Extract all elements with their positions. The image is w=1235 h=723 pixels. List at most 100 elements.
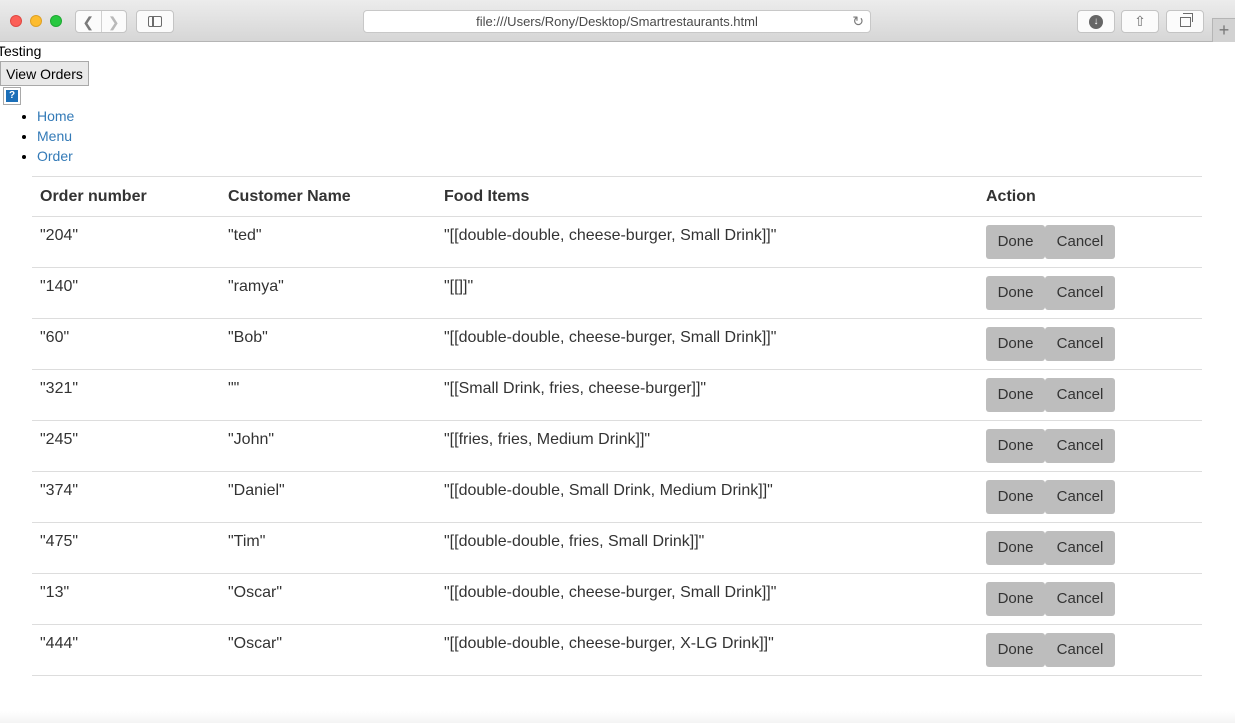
browser-toolbar: ❮ ❯ file:///Users/Rony/Desktop/Smartrest…: [0, 0, 1235, 42]
food-items-cell: "[[double-double, cheese-burger, Small D…: [436, 573, 978, 625]
cancel-button[interactable]: Cancel: [1045, 480, 1115, 514]
tabs-overview-button[interactable]: [1166, 10, 1204, 33]
reload-icon[interactable]: ↻: [852, 14, 864, 29]
order-number-cell: "140": [32, 267, 220, 319]
customer-name-cell: "Bob": [220, 318, 436, 370]
sidebar-button[interactable]: [136, 10, 174, 33]
customer-name-cell: "ramya": [220, 267, 436, 319]
plus-icon: +: [1218, 20, 1230, 40]
action-cell: Done Cancel: [978, 624, 1202, 676]
action-cell: Done Cancel: [978, 216, 1202, 268]
order-number-cell: "374": [32, 471, 220, 523]
order-number-cell: "245": [32, 420, 220, 472]
food-items-cell: "[[double-double, cheese-burger, X-LG Dr…: [436, 624, 978, 676]
nav-link-order[interactable]: Order: [37, 148, 73, 164]
cancel-button[interactable]: Cancel: [1045, 327, 1115, 361]
customer-name-cell: "Tim": [220, 522, 436, 574]
help-image[interactable]: ?: [3, 87, 21, 105]
table-row: "60" "Bob" "[[double-double, cheese-burg…: [32, 318, 1202, 370]
sidebar-icon: [148, 16, 162, 27]
table-header-row: Order number Customer Name Food Items Ac…: [32, 176, 1202, 217]
download-icon: ↓: [1089, 14, 1103, 29]
action-cell: Done Cancel: [978, 369, 1202, 421]
done-button[interactable]: Done: [986, 378, 1045, 412]
order-number-cell: "321": [32, 369, 220, 421]
cancel-button[interactable]: Cancel: [1045, 582, 1115, 616]
order-number-cell: "444": [32, 624, 220, 676]
action-cell: Done Cancel: [978, 267, 1202, 319]
share-button[interactable]: ⇧: [1121, 10, 1159, 33]
nav-item-order: Order: [37, 146, 74, 166]
downloads-button[interactable]: ↓: [1077, 10, 1115, 33]
orders-table-body: "204" "ted" "[[double-double, cheese-bur…: [32, 216, 1202, 676]
order-number-cell: "13": [32, 573, 220, 625]
nav-menu: Home Menu Order: [0, 106, 74, 166]
done-button[interactable]: Done: [986, 225, 1045, 259]
header-customer-name: Customer Name: [220, 176, 436, 217]
nav-item-menu: Menu: [37, 126, 74, 146]
table-row: "245" "John" "[[fries, fries, Medium Dri…: [32, 420, 1202, 472]
customer-name-cell: "John": [220, 420, 436, 472]
done-button[interactable]: Done: [986, 582, 1045, 616]
action-cell: Done Cancel: [978, 573, 1202, 625]
page-bottom-edge: [0, 711, 1235, 723]
help-icon: ?: [6, 90, 18, 102]
done-button[interactable]: Done: [986, 276, 1045, 310]
food-items-cell: "[[fries, fries, Medium Drink]]": [436, 420, 978, 472]
table-row: "374" "Daniel" "[[double-double, Small D…: [32, 471, 1202, 523]
customer-name-cell: "ted": [220, 216, 436, 268]
cancel-button[interactable]: Cancel: [1045, 633, 1115, 667]
done-button[interactable]: Done: [986, 327, 1045, 361]
order-number-cell: "204": [32, 216, 220, 268]
cancel-button[interactable]: Cancel: [1045, 225, 1115, 259]
header-food-items: Food Items: [436, 176, 978, 217]
table-row: "475" "Tim" "[[double-double, fries, Sma…: [32, 522, 1202, 574]
address-bar[interactable]: file:///Users/Rony/Desktop/Smartrestaura…: [363, 10, 871, 33]
url-text: file:///Users/Rony/Desktop/Smartrestaura…: [476, 14, 758, 29]
customer-name-cell: "Daniel": [220, 471, 436, 523]
food-items-cell: "[[double-double, cheese-burger, Small D…: [436, 318, 978, 370]
food-items-cell: "[[double-double, cheese-burger, Small D…: [436, 216, 978, 268]
close-window-button[interactable]: [10, 15, 22, 27]
page-content: Testing View Orders ? Home Menu Order Or…: [0, 42, 1235, 723]
history-nav: ❮ ❯: [75, 10, 127, 33]
nav-link-home[interactable]: Home: [37, 108, 74, 124]
order-number-cell: "60": [32, 318, 220, 370]
done-button[interactable]: Done: [986, 429, 1045, 463]
action-cell: Done Cancel: [978, 420, 1202, 472]
food-items-cell: "[[double-double, fries, Small Drink]]": [436, 522, 978, 574]
minimize-window-button[interactable]: [30, 15, 42, 27]
food-items-cell: "[[double-double, Small Drink, Medium Dr…: [436, 471, 978, 523]
cancel-button[interactable]: Cancel: [1045, 531, 1115, 565]
header-order-number: Order number: [32, 176, 220, 217]
food-items-cell: "[[Small Drink, fries, cheese-burger]]": [436, 369, 978, 421]
done-button[interactable]: Done: [986, 633, 1045, 667]
orders-table: Order number Customer Name Food Items Ac…: [32, 176, 1202, 676]
done-button[interactable]: Done: [986, 531, 1045, 565]
done-button[interactable]: Done: [986, 480, 1045, 514]
food-items-cell: "[[]]": [436, 267, 978, 319]
tabs-overview-icon: [1179, 12, 1193, 27]
cancel-button[interactable]: Cancel: [1045, 276, 1115, 310]
view-orders-button[interactable]: View Orders: [0, 61, 89, 86]
new-tab-button[interactable]: +: [1212, 18, 1235, 42]
customer-name-cell: "Oscar": [220, 624, 436, 676]
table-row: "444" "Oscar" "[[double-double, cheese-b…: [32, 624, 1202, 676]
table-row: "204" "ted" "[[double-double, cheese-bur…: [32, 216, 1202, 268]
customer-name-cell: "Oscar": [220, 573, 436, 625]
cancel-button[interactable]: Cancel: [1045, 429, 1115, 463]
nav-item-home: Home: [37, 106, 74, 126]
nav-link-menu[interactable]: Menu: [37, 128, 72, 144]
header-action: Action: [978, 176, 1202, 217]
cancel-button[interactable]: Cancel: [1045, 378, 1115, 412]
chevron-left-icon[interactable]: ❮: [76, 11, 101, 32]
share-icon: ⇧: [1134, 13, 1146, 29]
action-cell: Done Cancel: [978, 471, 1202, 523]
table-row: "321" "" "[[Small Drink, fries, cheese-b…: [32, 369, 1202, 421]
table-row: "140" "ramya" "[[]]" Done Cancel: [32, 267, 1202, 319]
action-cell: Done Cancel: [978, 522, 1202, 574]
table-row: "13" "Oscar" "[[double-double, cheese-bu…: [32, 573, 1202, 625]
zoom-window-button[interactable]: [50, 15, 62, 27]
chevron-right-icon[interactable]: ❯: [100, 11, 127, 32]
action-cell: Done Cancel: [978, 318, 1202, 370]
